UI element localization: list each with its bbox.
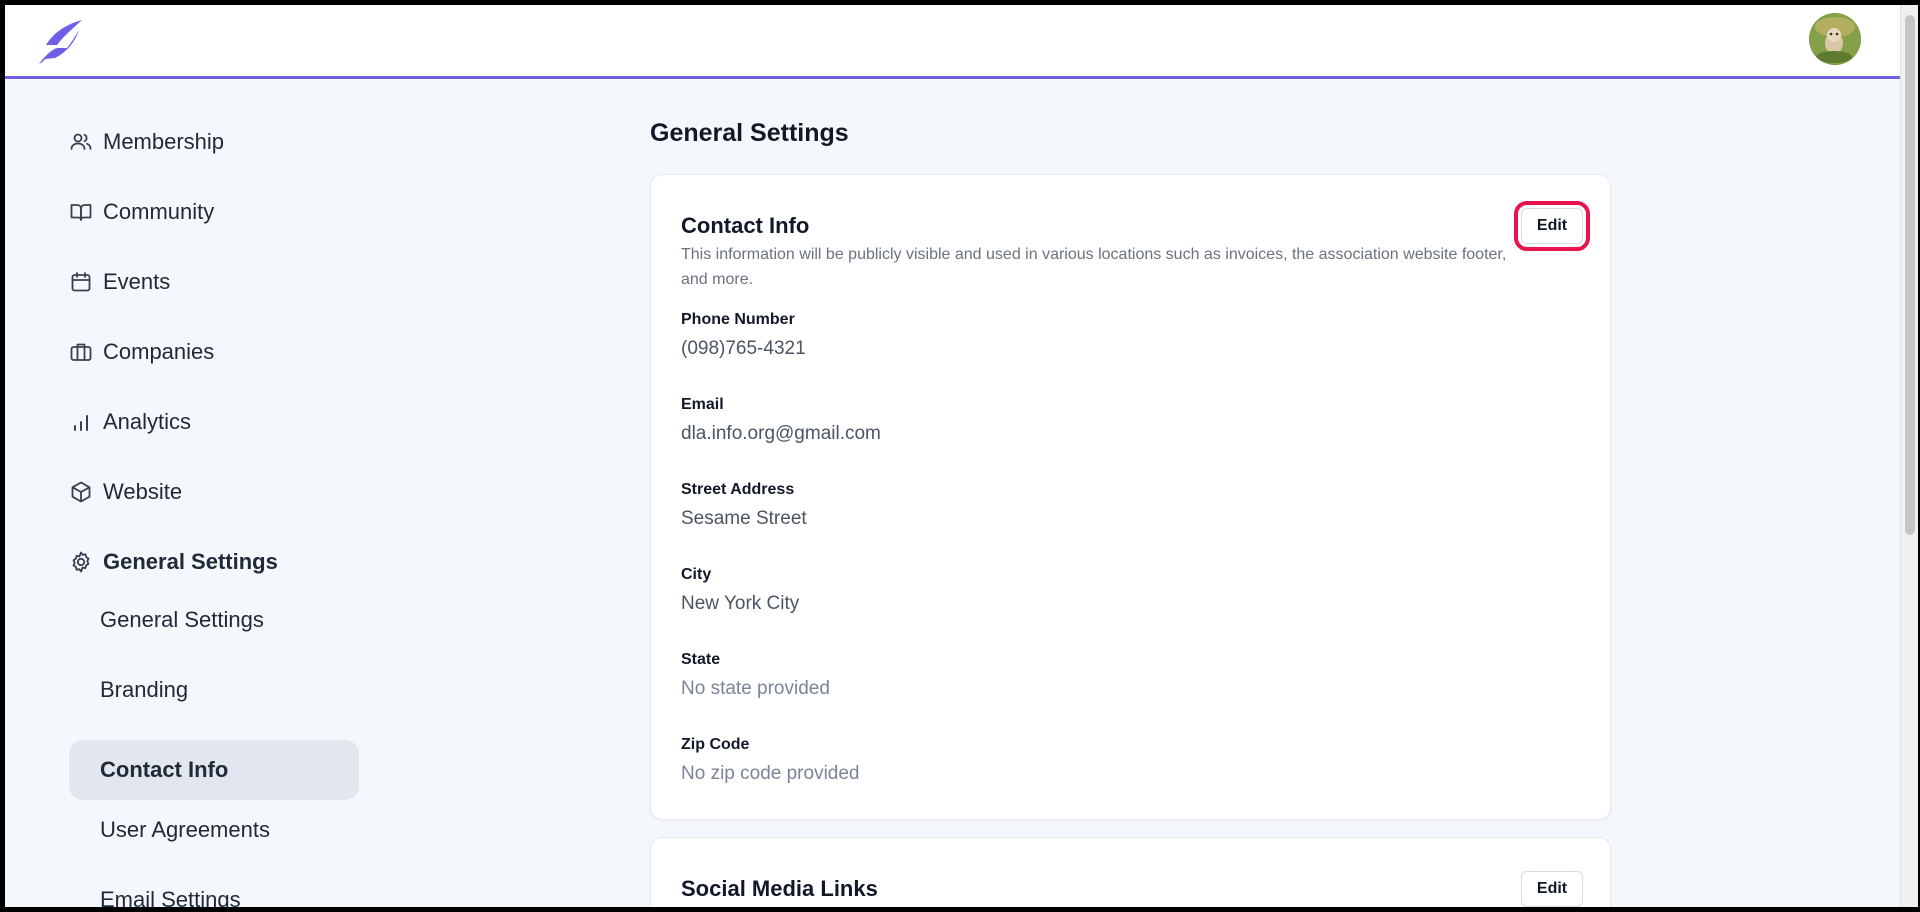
card-title: Contact Info bbox=[681, 213, 810, 238]
feather-logo-icon[interactable] bbox=[37, 18, 87, 64]
field-label: Zip Code bbox=[681, 736, 750, 753]
field-label: Street Address bbox=[681, 481, 795, 498]
sidebar-subitem-label: Branding bbox=[100, 677, 189, 702]
user-avatar[interactable] bbox=[1809, 13, 1861, 65]
sidebar-item-label: Community bbox=[103, 199, 215, 224]
sidebar-subitem-contact-info[interactable]: Contact Info bbox=[69, 740, 359, 800]
page-title: General Settings bbox=[650, 119, 849, 147]
book-open-icon bbox=[69, 200, 93, 224]
gear-icon bbox=[69, 550, 93, 574]
sidebar-subitem-label: User Agreements bbox=[100, 817, 270, 842]
field-value-zip-code: No zip code provided bbox=[681, 763, 860, 784]
briefcase-icon bbox=[69, 340, 93, 364]
sidebar-subitem-branding[interactable]: Branding bbox=[69, 660, 359, 720]
sidebar-item-label: Membership bbox=[103, 129, 225, 154]
edit-contact-info-button[interactable]: Edit bbox=[1514, 201, 1590, 251]
bar-chart-icon bbox=[69, 410, 93, 434]
users-icon bbox=[69, 130, 93, 154]
sidebar-subitem-label: General Settings bbox=[100, 607, 264, 632]
sidebar-item-analytics[interactable]: Analytics bbox=[69, 399, 191, 445]
card-title: Social Media Links bbox=[681, 876, 878, 901]
sidebar-item-community[interactable]: Community bbox=[69, 189, 214, 235]
social-media-links-card: Social Media Links Edit bbox=[650, 837, 1611, 907]
sidebar-subitem-email-settings[interactable]: Email Settings bbox=[69, 870, 359, 907]
card-description: This information will be publicly visibl… bbox=[681, 246, 1507, 288]
sidebar-subitem-user-agreements[interactable]: User Agreements bbox=[69, 800, 359, 860]
cube-icon bbox=[69, 480, 93, 504]
sidebar-item-general-settings[interactable]: General Settings bbox=[69, 539, 278, 585]
field-value-street-address: Sesame Street bbox=[681, 508, 807, 529]
edit-social-links-button[interactable]: Edit bbox=[1521, 871, 1583, 907]
sidebar: Membership Community Events Companies An… bbox=[5, 79, 425, 907]
field-label: Phone Number bbox=[681, 311, 795, 328]
sidebar-subitem-general-settings[interactable]: General Settings bbox=[69, 590, 359, 650]
sidebar-item-companies[interactable]: Companies bbox=[69, 329, 214, 375]
sidebar-item-label: Events bbox=[103, 269, 171, 294]
sidebar-item-events[interactable]: Events bbox=[69, 259, 170, 305]
field-label: City bbox=[681, 566, 712, 583]
sidebar-subitem-label: Contact Info bbox=[100, 757, 229, 782]
sidebar-item-label: General Settings bbox=[103, 549, 278, 574]
sidebar-item-label: Companies bbox=[103, 339, 215, 364]
app-window: Membership Community Events Companies An… bbox=[5, 5, 1918, 907]
page-scrollbar[interactable] bbox=[1900, 5, 1918, 907]
sidebar-subitem-label: Email Settings bbox=[100, 887, 241, 907]
sidebar-item-membership[interactable]: Membership bbox=[69, 119, 224, 165]
field-value-phone: (098)765-4321 bbox=[681, 338, 806, 359]
top-header bbox=[5, 5, 1900, 79]
field-value-email: dla.info.org@gmail.com bbox=[681, 423, 881, 444]
sidebar-item-label: Website bbox=[103, 479, 183, 504]
calendar-icon bbox=[69, 270, 93, 294]
field-label: Email bbox=[681, 396, 724, 413]
field-value-state: No state provided bbox=[681, 678, 830, 699]
field-label: State bbox=[681, 651, 721, 668]
sidebar-item-website[interactable]: Website bbox=[69, 469, 182, 515]
sidebar-item-label: Analytics bbox=[103, 409, 192, 434]
contact-info-card: Contact Info This information will be pu… bbox=[650, 174, 1611, 820]
field-value-city: New York City bbox=[681, 593, 800, 614]
scrollbar-thumb[interactable] bbox=[1905, 15, 1915, 535]
